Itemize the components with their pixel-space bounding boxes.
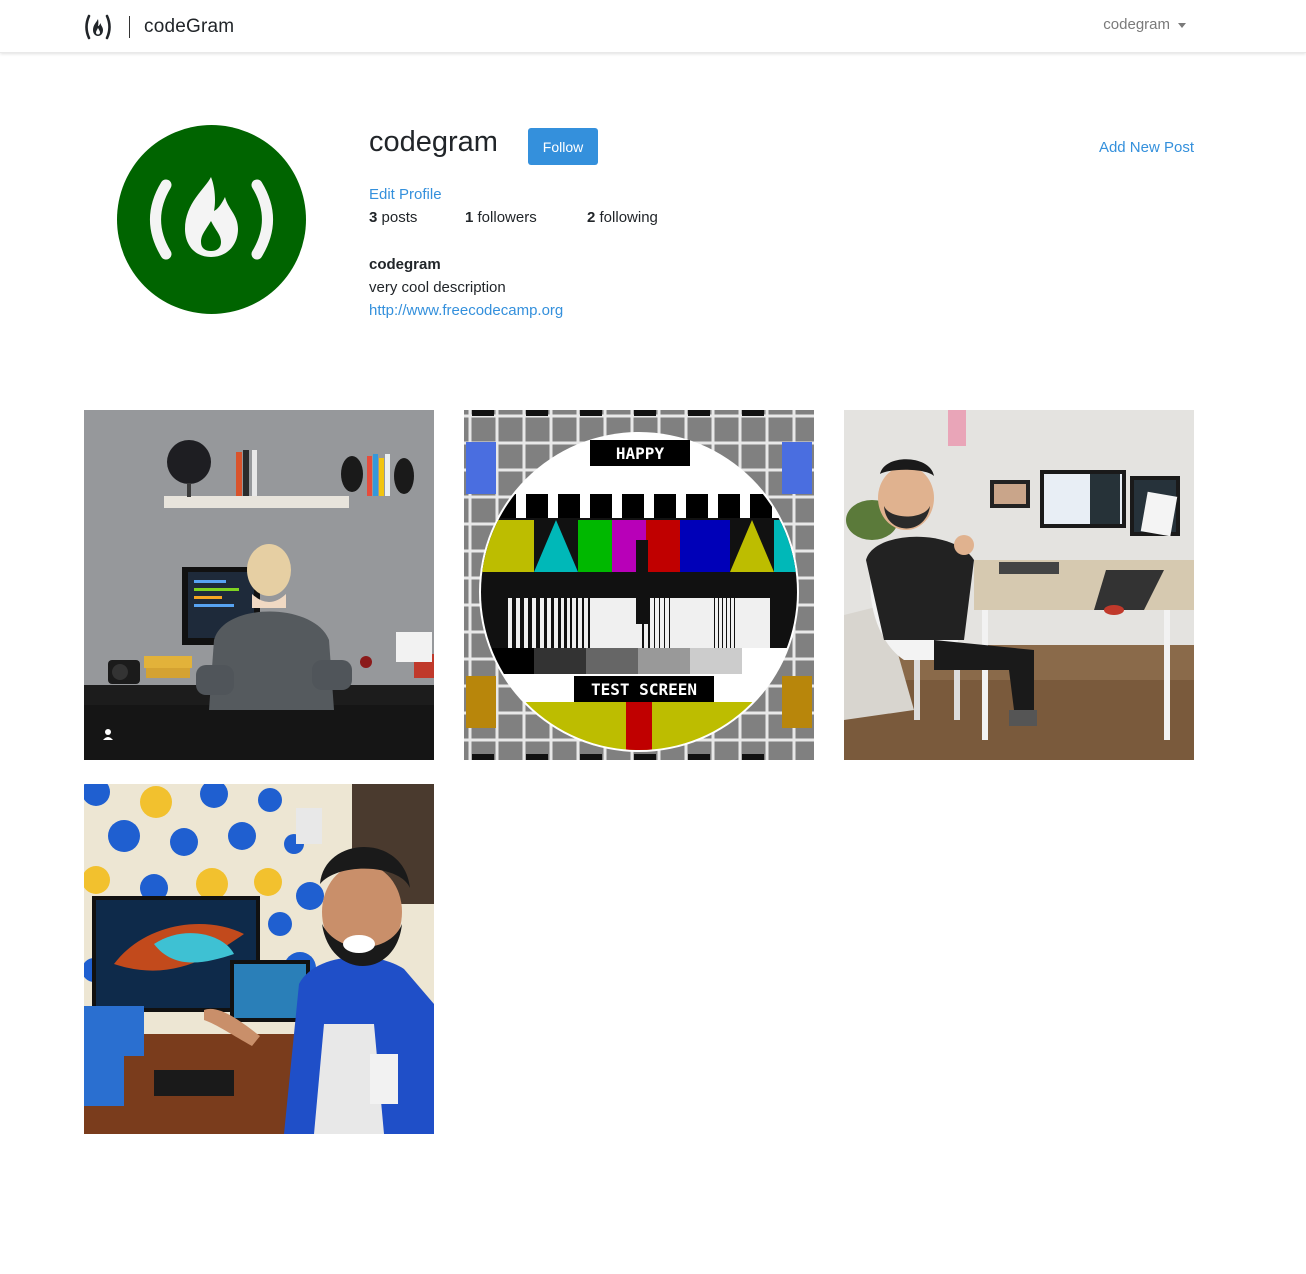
stat-posts-label: posts xyxy=(381,209,418,226)
post-thumbnail[interactable] xyxy=(84,784,434,1134)
user-dropdown-label: codegram xyxy=(1103,16,1170,33)
brand-name: codeGram xyxy=(144,16,235,37)
user-dropdown[interactable]: codegram xyxy=(1103,16,1186,33)
profile-stats: 3 posts 1 followers 2 following xyxy=(369,209,658,226)
profile-avatar xyxy=(117,125,306,314)
bio-title: codegram xyxy=(369,256,441,273)
post-thumbnail[interactable] xyxy=(84,410,434,760)
profile-username: codegram xyxy=(369,126,498,158)
post-image-test-screen: HAPPY TEST SCREEN xyxy=(464,410,814,760)
stat-posts-count: 3 xyxy=(369,209,378,226)
navbar: codeGram codegram xyxy=(0,0,1306,53)
stat-followers: 1 followers xyxy=(465,209,587,226)
bio-url-link[interactable]: http://www.freecodecamp.org xyxy=(369,302,563,319)
stat-following: 2 following xyxy=(587,209,658,226)
bio-description: very cool description xyxy=(369,279,506,296)
stat-following-label: following xyxy=(599,209,658,226)
follow-button[interactable]: Follow xyxy=(528,128,598,165)
stat-posts: 3 posts xyxy=(369,209,465,226)
post-image-man-with-laptop xyxy=(84,784,434,1134)
post-image-woman-coding xyxy=(84,410,434,760)
freecodecamp-logo-icon xyxy=(85,14,111,40)
add-new-post-link[interactable]: Add New Post xyxy=(1099,139,1194,156)
post-image-man-at-desk xyxy=(844,410,1194,760)
brand-link[interactable]: codeGram xyxy=(83,13,234,41)
edit-profile-link[interactable]: Edit Profile xyxy=(369,186,442,203)
chevron-down-icon xyxy=(1178,22,1186,28)
stat-followers-label: followers xyxy=(477,209,537,226)
stat-followers-count: 1 xyxy=(465,209,474,226)
test-screen-bottom-caption: TEST SCREEN xyxy=(591,680,697,699)
test-screen-top-caption: HAPPY xyxy=(616,444,665,463)
post-thumbnail[interactable]: HAPPY TEST SCREEN xyxy=(464,410,814,760)
post-thumbnail[interactable] xyxy=(844,410,1194,760)
stat-following-count: 2 xyxy=(587,209,596,226)
brand-divider xyxy=(129,16,130,38)
